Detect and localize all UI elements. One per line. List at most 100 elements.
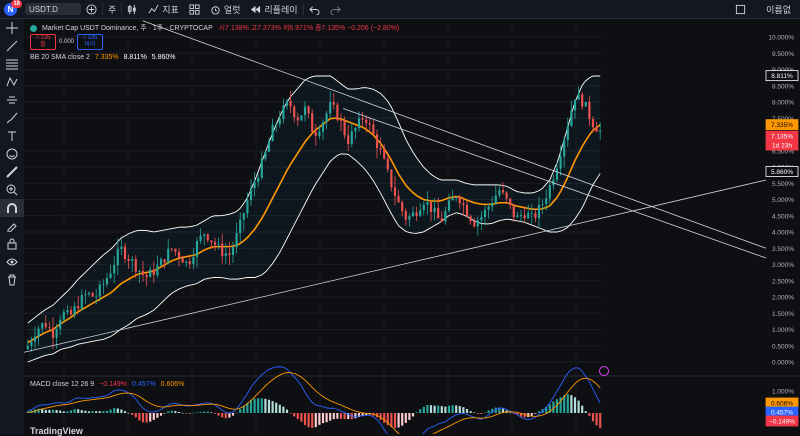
smiley-icon	[6, 148, 18, 160]
chart-type-button[interactable]	[122, 4, 143, 15]
ruler-tool[interactable]	[0, 163, 24, 181]
candle-body	[415, 212, 418, 216]
news-flag-icon[interactable]	[599, 366, 609, 376]
fib-lines-icon	[6, 59, 18, 70]
notification-badge: 18	[11, 0, 22, 8]
price-tick-label: 4.000%	[772, 230, 794, 237]
magnet-icon	[7, 203, 17, 213]
redo-button[interactable]	[325, 4, 346, 15]
macd-histogram-bar	[537, 411, 541, 413]
buy-button[interactable]: 7.135 바이	[77, 34, 104, 50]
macd-histogram-bar	[188, 413, 191, 414]
text-tool[interactable]	[0, 127, 24, 145]
visibility-tool[interactable]	[0, 253, 24, 271]
candle-body	[357, 118, 361, 129]
candle-body	[581, 94, 584, 107]
candle-body	[455, 197, 458, 199]
macd-legend[interactable]: MACD close 12 26 9 −0.149% 0.457% 0.606%	[30, 381, 184, 388]
candle-body	[476, 220, 479, 227]
macd-histogram-bar	[231, 413, 235, 416]
candle-body	[138, 270, 141, 272]
layout-name[interactable]: 이름없	[761, 3, 796, 16]
indicators-button[interactable]: 지표	[143, 3, 184, 16]
candle-body	[246, 200, 249, 214]
candle-body	[235, 233, 238, 248]
compare-button[interactable]	[81, 3, 102, 15]
symbol-search[interactable]: USDT.D	[25, 3, 81, 15]
macd-histogram-bar	[152, 413, 155, 420]
basis-tag: 7.335%	[771, 122, 793, 129]
trade-widget: 7.135 팔 0.000 7.135 바이	[30, 34, 104, 50]
macd-histogram-bar	[131, 413, 134, 415]
layout-select-button[interactable]	[730, 4, 751, 15]
candle-body	[51, 327, 55, 338]
trendline-icon	[6, 40, 18, 52]
trendline-tool[interactable]	[0, 37, 24, 55]
macd-histogram-bar	[354, 413, 357, 419]
macd-histogram-bar	[469, 411, 472, 413]
user-avatar[interactable]: N 18	[4, 0, 22, 16]
candle-body	[559, 156, 562, 169]
macd-histogram-bar	[411, 413, 415, 417]
delete-tool[interactable]	[0, 271, 24, 289]
icon-tool[interactable]	[0, 145, 24, 163]
replay-button[interactable]: 리플레이	[245, 3, 302, 16]
lock-tool[interactable]	[0, 235, 24, 253]
macd-histogram-bar	[91, 411, 94, 413]
candle-body	[30, 341, 33, 346]
macd-histogram-bar	[84, 410, 87, 413]
macd-histogram-bar	[408, 413, 411, 420]
macd-histogram-bar	[300, 413, 303, 422]
draw-mode-tool[interactable]	[0, 217, 24, 235]
undo-button[interactable]	[304, 4, 325, 15]
price-tick-label: 9.500%	[772, 51, 794, 58]
alert-button[interactable]: 얼럿	[205, 3, 246, 16]
macd-histogram-bar	[123, 411, 127, 413]
pattern-tool[interactable]	[0, 73, 24, 91]
candle-body	[307, 106, 310, 114]
candle-body	[152, 269, 155, 276]
plus-circle-icon	[86, 3, 97, 15]
candle-body	[123, 246, 127, 259]
candle-body	[156, 265, 159, 276]
chart-canvas[interactable]: 10.000%9.500%9.000%8.500%8.000%7.500%6.5…	[24, 19, 800, 434]
candle-body	[62, 312, 65, 320]
candle-body	[55, 328, 58, 338]
layout-button[interactable]	[184, 3, 205, 15]
candle-body	[257, 177, 260, 182]
candle-body	[437, 207, 440, 219]
candle-body	[458, 197, 461, 204]
candle-body	[534, 212, 537, 219]
crosshair-tool[interactable]	[0, 19, 24, 37]
sell-button[interactable]: 7.135 팔	[30, 34, 56, 50]
fib-tool[interactable]	[0, 55, 24, 73]
macd-histogram-bar	[530, 413, 533, 416]
bb-legend[interactable]: BB 20 SMA close 2 7.335% 8.811% 5.860%	[30, 54, 176, 61]
magnet-tool[interactable]	[0, 199, 24, 217]
macd-histogram-bar	[163, 413, 166, 414]
candle-body	[87, 292, 91, 295]
prediction-tool[interactable]	[0, 91, 24, 109]
trash-icon	[8, 274, 16, 286]
macd-histogram-bar	[77, 409, 80, 413]
candle-body	[285, 100, 289, 106]
macd-histogram-bar	[419, 409, 422, 413]
macd-histogram-bar	[487, 410, 490, 413]
macd-histogram-bar	[141, 413, 145, 423]
macd-histogram-bar	[206, 411, 209, 413]
candle-body	[469, 216, 472, 222]
macd-histogram-bar	[383, 413, 386, 423]
candle-body	[73, 306, 76, 315]
macd-histogram-bar	[116, 408, 119, 413]
candle-body	[278, 119, 281, 125]
macd-histogram-bar	[581, 405, 584, 413]
interval-button[interactable]: 주	[103, 3, 121, 16]
zoom-tool[interactable]	[0, 181, 24, 199]
candle-body	[163, 259, 166, 263]
grid-icon	[189, 3, 200, 15]
candle-body	[537, 204, 541, 219]
candle-body	[253, 181, 256, 189]
candle-body	[588, 101, 591, 120]
candle-body	[203, 234, 206, 236]
brush-tool[interactable]	[0, 109, 24, 127]
